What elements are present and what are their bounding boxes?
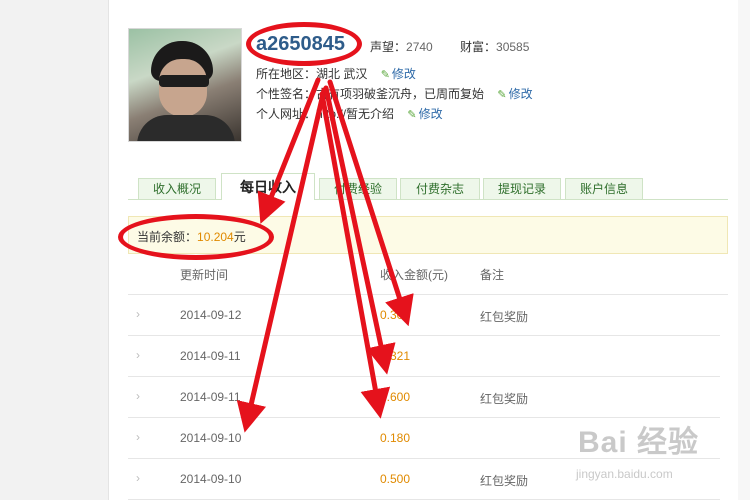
watermark-url: jingyan.baidu.com [576, 467, 673, 481]
watermark-logo: Bai 经验 [578, 426, 700, 459]
baidu-jingyan-watermark: Bai 经验 jingyan.baidu.com [572, 417, 742, 497]
arrow-to-row-date [236, 87, 327, 433]
